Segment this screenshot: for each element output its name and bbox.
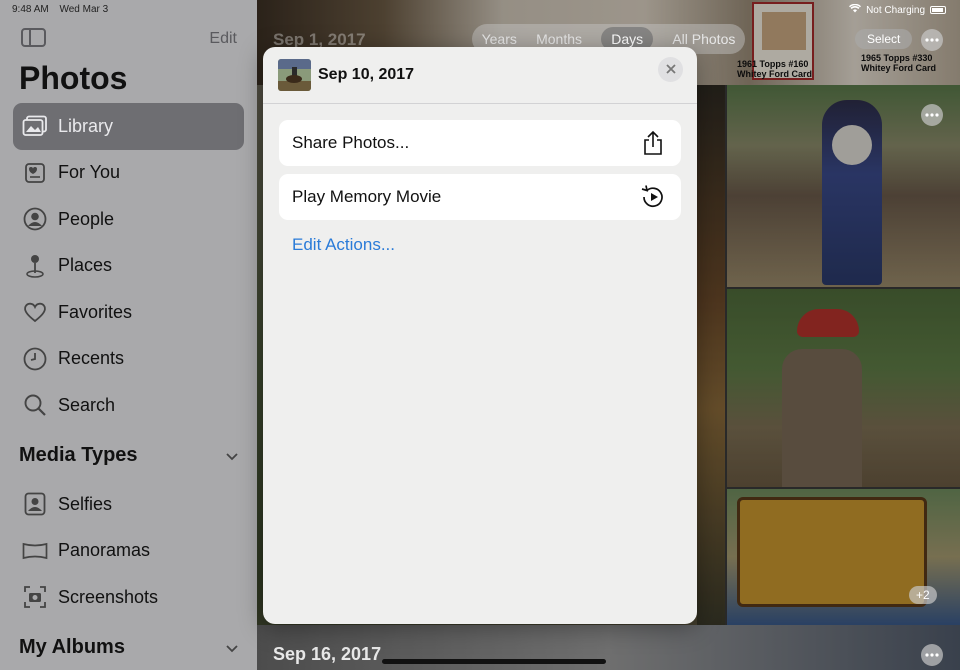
edit-actions-link[interactable]: Edit Actions... [292,235,395,255]
more-options-icon[interactable] [921,104,943,126]
sidebar-item-screenshots[interactable]: Screenshots [13,574,244,621]
close-icon [665,61,676,79]
sidebar-item-label: Panoramas [58,540,151,561]
clock-icon [22,347,48,371]
sidebar-nav: Library For You People Places Favorites [13,103,244,429]
sidebar-item-library[interactable]: Library [13,103,244,150]
segment-years[interactable]: Years [482,31,517,47]
play-memory-movie-button[interactable]: Play Memory Movie [279,174,681,220]
my-albums-section-header[interactable]: My Albums [19,636,239,659]
sidebar-item-label: People [58,208,115,229]
card-caption: 1965 Topps #330 Whitey Ford Card [861,53,937,73]
status-bar: 9:48 AM Wed Mar 3 Not Charging [0,0,960,20]
sidebar-item-places[interactable]: Places [13,243,244,290]
sidebar-toggle-icon[interactable] [21,28,46,47]
close-button[interactable] [658,57,683,82]
sidebar-item-label: Selfies [58,493,113,514]
action-label: Share Photos... [292,133,410,152]
popover-title: Sep 10, 2017 [318,66,415,83]
panorama-icon [22,539,48,563]
segment-all-photos[interactable]: All Photos [672,31,735,47]
action-label: Play Memory Movie [292,187,442,206]
sidebar-item-label: Places [58,255,113,276]
media-types-section-header[interactable]: Media Types [19,444,239,467]
select-button[interactable]: Select [855,29,913,49]
more-options-icon[interactable] [921,644,943,666]
share-icon [639,129,667,157]
more-options-icon[interactable] [921,29,943,51]
sidebar-item-recents[interactable]: Recents [13,336,244,383]
more-photos-badge[interactable]: +2 [909,586,937,604]
popover-thumbnail [278,59,311,91]
share-photos-button[interactable]: Share Photos... [279,120,681,166]
sidebar-item-label: Search [58,394,116,415]
selfie-icon [22,492,48,516]
sidebar-item-label: Recents [58,348,125,369]
battery-status-text: Not Charging [866,4,925,16]
sidebar-item-label: Screenshots [58,586,159,607]
sidebar-item-favorites[interactable]: Favorites [13,289,244,336]
card-caption: 1961 Topps #160 Whitey Ford Card [737,59,813,79]
play-memory-icon [639,183,667,211]
sidebar-item-search[interactable]: Search [13,382,244,429]
home-indicator[interactable] [382,659,606,664]
sidebar-item-label: For You [58,162,121,183]
photo-library-icon [22,114,48,138]
section-heading: Media Types [19,444,138,466]
sidebar-item-panoramas[interactable]: Panoramas [13,528,244,575]
battery-icon [930,6,946,14]
sidebar-item-selfies[interactable]: Selfies [13,481,244,528]
map-pin-icon [22,254,48,278]
photo-thumbnail[interactable] [697,85,725,625]
sidebar-item-people[interactable]: People [13,196,244,243]
media-types-nav: Selfies Panoramas Screenshots [13,481,244,621]
status-date: Wed Mar 3 [59,4,109,15]
status-time: 9:48 AM [12,4,49,15]
sidebar-item-label: Favorites [58,301,133,322]
photo-thumbnail[interactable] [727,289,960,487]
heart-icon [22,300,48,324]
sidebar: Edit Photos Library For You People Place… [0,0,257,670]
day-actions-popover: Sep 10, 2017 Share Photos... Play Memory… [263,47,697,624]
photo-thumbnail[interactable] [727,489,960,625]
section-heading: My Albums [19,636,125,658]
sidebar-item-for-you[interactable]: For You [13,150,244,197]
chevron-down-icon [225,446,239,461]
page-title: Photos [19,60,128,96]
search-icon [22,393,48,417]
popover-header: Sep 10, 2017 [263,47,697,104]
sidebar-item-label: Library [58,115,114,136]
for-you-icon [22,161,48,185]
person-icon [22,207,48,231]
wifi-icon [849,3,862,16]
chevron-down-icon [225,638,239,653]
screenshot-icon [22,585,48,609]
sidebar-edit-button[interactable]: Edit [209,30,237,48]
section-date-label: Sep 16, 2017 [273,644,382,664]
segment-months[interactable]: Months [536,31,582,47]
